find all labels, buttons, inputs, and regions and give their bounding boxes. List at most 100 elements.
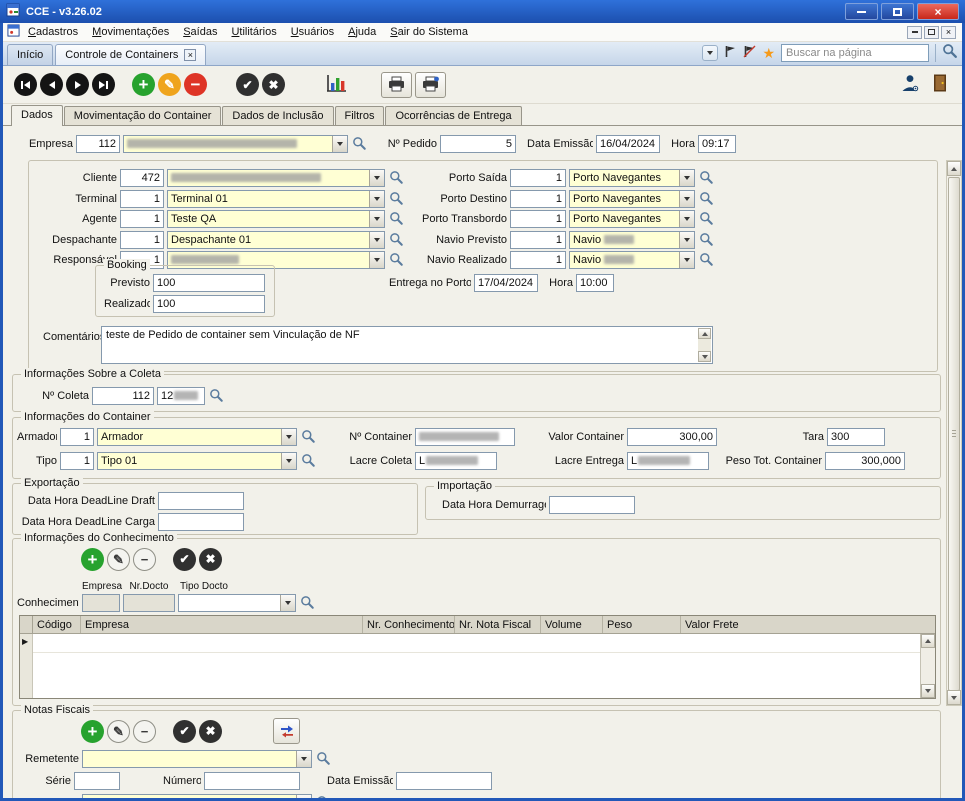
terminal-code-input[interactable]: 1: [120, 190, 164, 208]
dropdown-arrow[interactable]: [281, 453, 296, 469]
menu-ajuda[interactable]: Ajuda: [342, 24, 382, 40]
navio-previsto-combo[interactable]: Navio: [569, 231, 695, 249]
serie-input[interactable]: [74, 772, 120, 790]
scroll-up-button[interactable]: [921, 634, 935, 648]
peso-total-input[interactable]: 300,000: [825, 452, 905, 470]
page-tab-dados-inclusao[interactable]: Dados de Inclusão: [222, 106, 333, 125]
agente-code-input[interactable]: 1: [120, 210, 164, 228]
cancel-conhecimento-button[interactable]: ✖: [199, 548, 222, 571]
cliente-code-input[interactable]: 472: [120, 169, 164, 187]
dropdown-arrow[interactable]: [679, 211, 694, 227]
next-record-button[interactable]: [66, 73, 89, 96]
coleta-code-input[interactable]: 112: [92, 387, 154, 405]
cancel-nota-button[interactable]: ✖: [199, 720, 222, 743]
maximize-button[interactable]: [881, 3, 914, 20]
minimize-button[interactable]: [845, 3, 878, 20]
edit-nota-button[interactable]: ✎: [107, 720, 130, 743]
search-icon[interactable]: [698, 169, 715, 186]
confirm-nota-button[interactable]: ✔: [173, 720, 196, 743]
cliente-combo[interactable]: [167, 169, 385, 187]
search-icon[interactable]: [351, 135, 368, 152]
search-icon[interactable]: [698, 251, 715, 268]
add-record-button[interactable]: +: [132, 73, 155, 96]
page-tab-dados[interactable]: Dados: [11, 105, 63, 126]
scroll-up-button[interactable]: [698, 328, 711, 339]
scroll-up-button[interactable]: [947, 161, 961, 176]
previsto-input[interactable]: 100: [153, 274, 265, 292]
mdi-minimize-button[interactable]: [907, 26, 922, 39]
delete-nota-button[interactable]: −: [133, 720, 156, 743]
deadline-draft-input[interactable]: [158, 492, 244, 510]
numero-input[interactable]: [204, 772, 300, 790]
entrega-hora-input[interactable]: 10:00: [576, 274, 614, 292]
add-conhecimento-button[interactable]: +: [81, 548, 104, 571]
dropdown-arrow[interactable]: [369, 211, 384, 227]
dropdown-arrow[interactable]: [679, 252, 694, 268]
tab-inicio[interactable]: Início: [7, 44, 53, 65]
comentarios-memo[interactable]: teste de Pedido de container sem Vincula…: [101, 326, 713, 364]
armador-combo[interactable]: Armador: [97, 428, 297, 446]
lacre-coleta-input[interactable]: L: [415, 452, 497, 470]
first-record-button[interactable]: [14, 73, 37, 96]
flag-off-icon[interactable]: [743, 45, 756, 61]
delete-record-button[interactable]: −: [184, 73, 207, 96]
search-icon[interactable]: [942, 43, 958, 62]
search-icon[interactable]: [208, 387, 225, 404]
conhecimento-grid[interactable]: Código Empresa Nr. Conhecimento Nr. Nota…: [19, 615, 936, 699]
porto-transbordo-combo[interactable]: Porto Navegantes: [569, 210, 695, 228]
valor-container-input[interactable]: 300,00: [627, 428, 717, 446]
empresa-combo[interactable]: [123, 135, 348, 153]
ncontainer-input[interactable]: [415, 428, 515, 446]
lacre-entrega-input[interactable]: L: [627, 452, 709, 470]
menu-cadastros[interactable]: Cadastros: [22, 24, 84, 40]
porto-saida-combo[interactable]: Porto Navegantes: [569, 169, 695, 187]
tab-controle-de-containers[interactable]: Controle de Containers ×: [55, 44, 206, 65]
mdi-close-button[interactable]: ×: [941, 26, 956, 39]
navio-realizado-code-input[interactable]: 1: [510, 251, 566, 269]
porto-saida-code-input[interactable]: 1: [510, 169, 566, 187]
favorite-star-icon[interactable]: ★: [762, 46, 775, 60]
dropdown-arrow[interactable]: [369, 170, 384, 186]
porto-destino-code-input[interactable]: 1: [510, 190, 566, 208]
search-icon[interactable]: [698, 190, 715, 207]
search-icon[interactable]: [698, 231, 715, 248]
grid-vertical-scrollbar[interactable]: [920, 634, 935, 698]
page-tab-filtros[interactable]: Filtros: [335, 106, 385, 125]
pedido-input[interactable]: 5: [440, 135, 516, 153]
dropdown-arrow[interactable]: [296, 751, 311, 767]
exit-door-icon[interactable]: [931, 73, 949, 96]
dropdown-arrow[interactable]: [679, 170, 694, 186]
dropdown-arrow[interactable]: [369, 252, 384, 268]
edit-record-button[interactable]: ✎: [158, 73, 181, 96]
search-icon[interactable]: [299, 594, 316, 611]
despachante-combo[interactable]: Despachante 01: [167, 231, 385, 249]
search-icon[interactable]: [315, 750, 332, 767]
print-settings-button[interactable]: [415, 72, 446, 98]
dropdown-arrow[interactable]: [296, 795, 311, 799]
destinatario-combo[interactable]: [82, 794, 312, 799]
confirm-button[interactable]: ✔: [236, 73, 259, 96]
edit-conhecimento-button[interactable]: ✎: [107, 548, 130, 571]
form-vertical-scrollbar[interactable]: [946, 160, 962, 706]
tab-close-icon[interactable]: ×: [184, 49, 196, 61]
dropdown-arrow[interactable]: [679, 232, 694, 248]
tipo-docto-combo[interactable]: [178, 594, 296, 612]
dropdown-arrow[interactable]: [280, 595, 295, 611]
previous-record-button[interactable]: [40, 73, 63, 96]
comentarios-scrollbar[interactable]: [698, 328, 711, 362]
scrollbar-thumb[interactable]: [948, 177, 960, 691]
confirm-conhecimento-button[interactable]: ✔: [173, 548, 196, 571]
scroll-down-button[interactable]: [698, 351, 711, 362]
dropdown-arrow[interactable]: [369, 232, 384, 248]
titlebar[interactable]: CCE - v3.26.02 ×: [0, 0, 965, 23]
entrega-porto-input[interactable]: 17/04/2024: [474, 274, 538, 292]
user-icon[interactable]: [900, 73, 920, 96]
empresa-code-input[interactable]: 112: [76, 135, 120, 153]
last-record-button[interactable]: [92, 73, 115, 96]
menu-movimentacoes[interactable]: Movimentações: [86, 24, 175, 40]
print-button[interactable]: [381, 72, 412, 98]
tara-input[interactable]: 300: [827, 428, 885, 446]
dropdown-arrow[interactable]: [332, 136, 347, 152]
tipo-combo[interactable]: Tipo 01: [97, 452, 297, 470]
terminal-combo[interactable]: Terminal 01: [167, 190, 385, 208]
